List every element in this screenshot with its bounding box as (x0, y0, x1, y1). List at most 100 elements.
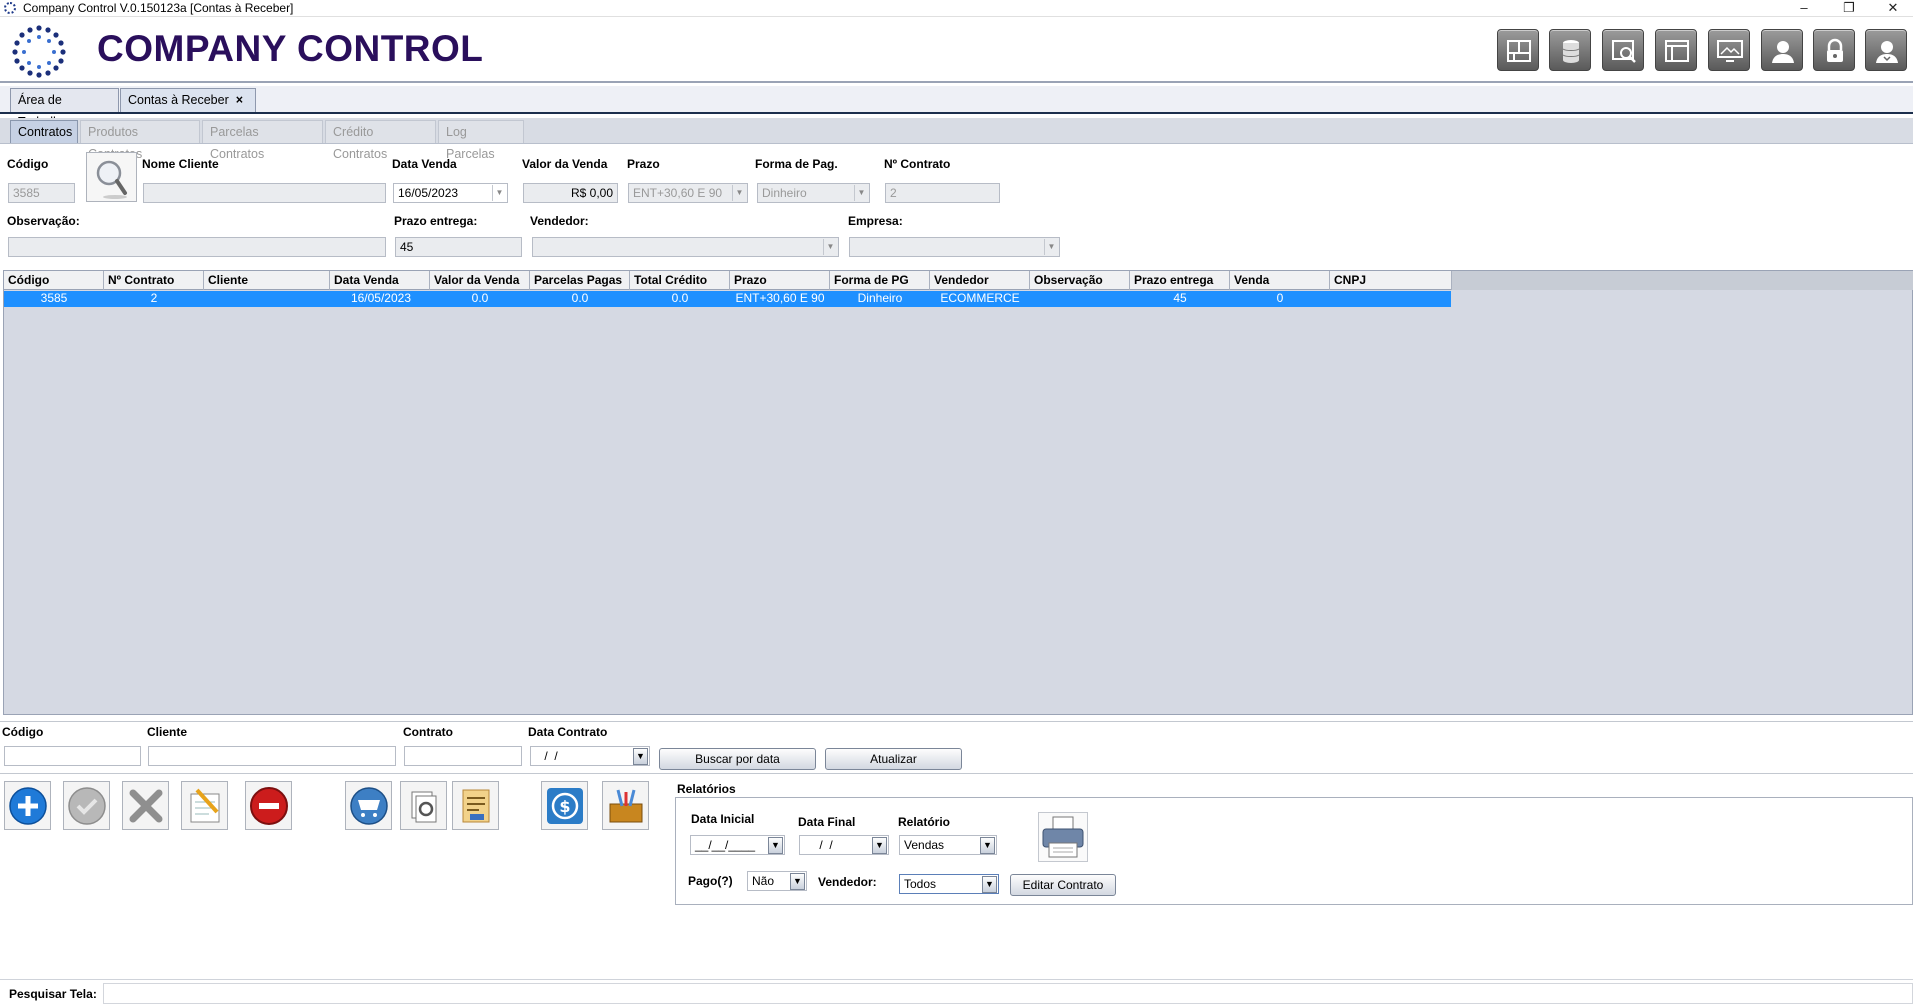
vendedor-label: Vendedor: (530, 214, 589, 228)
search-client-button[interactable] (86, 152, 137, 202)
contrato-label: Nº Contrato (884, 157, 951, 171)
tab-contas-a-receber[interactable]: Contas à Receber × (120, 88, 256, 112)
editar-contrato-button[interactable]: Editar Contrato (1010, 874, 1116, 896)
filter-data-contrato-input[interactable]: / / ▼ (530, 746, 650, 766)
network-icon[interactable] (1497, 29, 1539, 71)
column-header[interactable]: Forma de PG (830, 271, 930, 290)
user-admin-icon[interactable] (1865, 29, 1907, 71)
print-button[interactable] (1038, 812, 1088, 862)
column-header[interactable]: Vendedor (930, 271, 1030, 290)
status-bar: Pesquisar Tela: (0, 979, 1913, 1007)
monitor-icon[interactable] (1708, 29, 1750, 71)
prazo-select[interactable]: ENT+30,60 E 90 ▼ (628, 183, 748, 203)
forma-pag-select[interactable]: Dinheiro ▼ (757, 183, 870, 203)
window-title: Company Control V.0.150123a [Contas à Re… (23, 1, 294, 15)
confirm-button[interactable] (63, 781, 110, 830)
tab-area-de-trabalho[interactable]: Área de Trabalho (10, 88, 119, 129)
filter-data-contrato-label: Data Contrato (528, 725, 608, 739)
user-icon[interactable] (1761, 29, 1803, 71)
contrato-field[interactable]: 2 (885, 183, 1000, 203)
filter-data-contrato-value: / / (541, 749, 558, 763)
rel-vendedor-select[interactable]: Todos ▼ (899, 874, 999, 894)
payment-button[interactable]: $ (541, 781, 588, 830)
pesquisar-tela-input[interactable] (103, 983, 1913, 1004)
valor-venda-field[interactable]: R$ 0,00 (523, 183, 618, 203)
column-header[interactable]: Parcelas Pagas (530, 271, 630, 290)
chevron-down-icon[interactable]: ▼ (872, 837, 887, 854)
filter-codigo-input[interactable] (4, 746, 141, 766)
column-header[interactable]: Data Venda (330, 271, 430, 290)
tab-close-icon[interactable]: × (236, 93, 243, 107)
tab-credito-contratos[interactable]: Crédito Contratos (325, 120, 436, 161)
tools-button[interactable] (602, 781, 649, 830)
pago-label: Pago(?) (688, 874, 733, 888)
database-icon[interactable] (1549, 29, 1591, 71)
prazo-entrega-field[interactable]: 45 (395, 237, 522, 257)
column-header[interactable]: Observação (1030, 271, 1130, 290)
tab-log-parcelas[interactable]: Log Parcelas (438, 120, 524, 161)
chevron-down-icon[interactable]: ▼ (492, 185, 506, 201)
column-header[interactable]: CNPJ (1330, 271, 1452, 290)
tab-contratos[interactable]: Contratos (10, 120, 78, 143)
chevron-down-icon[interactable]: ▼ (982, 876, 997, 893)
vendedor-select[interactable]: ▼ (532, 237, 839, 257)
data-inicial-input[interactable]: __/__/____ ▼ (690, 835, 785, 855)
table-cell: 3585 (40, 291, 68, 305)
tab-parcelas-contratos[interactable]: Parcelas Contratos (202, 120, 323, 161)
nome-cliente-field[interactable] (143, 183, 386, 203)
pago-select[interactable]: Não ▼ (747, 871, 807, 891)
payment-icon: $ (547, 788, 583, 824)
chevron-down-icon[interactable]: ▼ (768, 837, 783, 854)
search-window-icon[interactable] (1602, 29, 1644, 71)
lock-icon[interactable] (1813, 29, 1855, 71)
filter-contrato-input[interactable] (404, 746, 522, 766)
contracts-table[interactable]: Código Nº Contrato Cliente Data Venda Va… (3, 270, 1913, 715)
column-header[interactable]: Código (4, 271, 104, 290)
minimize-button[interactable]: – (1784, 0, 1824, 16)
empresa-select[interactable]: ▼ (849, 237, 1060, 257)
table-cell: 16/05/2023 (350, 291, 411, 305)
column-header[interactable]: Nº Contrato (104, 271, 204, 290)
data-venda-label: Data Venda (392, 157, 457, 171)
settings-docs-icon (411, 791, 437, 823)
observacao-field[interactable] (8, 237, 386, 257)
header-filler (1452, 271, 1913, 290)
pago-value: Não (752, 874, 775, 888)
buscar-por-data-button[interactable]: Buscar por data (659, 748, 816, 770)
close-button[interactable]: ✕ (1873, 0, 1913, 16)
edit-button[interactable] (181, 781, 228, 830)
divider (0, 721, 1913, 722)
atualizar-button[interactable]: Atualizar (825, 748, 962, 770)
remove-button[interactable] (245, 781, 292, 830)
column-header[interactable]: Valor da Venda (430, 271, 530, 290)
restore-button[interactable]: ❐ (1829, 0, 1869, 16)
data-final-label: Data Final (798, 815, 856, 829)
column-header[interactable]: Total Crédito (630, 271, 730, 290)
prazo-value: ENT+30,60 E 90 (633, 186, 723, 200)
chevron-down-icon[interactable]: ▼ (980, 837, 995, 854)
add-button[interactable] (4, 781, 51, 830)
delete-button[interactable] (122, 781, 169, 830)
column-header[interactable]: Prazo (730, 271, 830, 290)
table-cell: 0 (1276, 291, 1284, 305)
observacao-label: Observação: (7, 214, 80, 228)
chevron-down-icon[interactable]: ▼ (633, 748, 648, 765)
chevron-down-icon: ▼ (1044, 239, 1058, 255)
column-header[interactable]: Prazo entrega (1130, 271, 1230, 290)
data-venda-field[interactable]: 16/05/2023 ▼ (393, 183, 508, 203)
column-header[interactable]: Venda (1230, 271, 1330, 290)
cart-button[interactable] (345, 781, 392, 830)
data-final-input[interactable]: / / ▼ (799, 835, 889, 855)
app-header: COMPANY CONTROL (0, 17, 1913, 83)
company-logo (12, 25, 66, 78)
layout-icon[interactable] (1655, 29, 1697, 71)
table-row[interactable]: 3585 2 16/05/2023 0.0 0.0 0.0 ENT+30,60 … (4, 291, 1451, 307)
relatorio-select[interactable]: Vendas ▼ (899, 835, 997, 855)
filter-cliente-input[interactable] (148, 746, 396, 766)
chevron-down-icon[interactable]: ▼ (790, 873, 805, 890)
tab-produtos-contratos[interactable]: Produtos Contratos (80, 120, 200, 161)
codigo-field[interactable]: 3585 (8, 183, 75, 203)
settings-docs-button[interactable] (400, 781, 447, 830)
report-doc-button[interactable] (452, 781, 499, 830)
column-header[interactable]: Cliente (204, 271, 330, 290)
